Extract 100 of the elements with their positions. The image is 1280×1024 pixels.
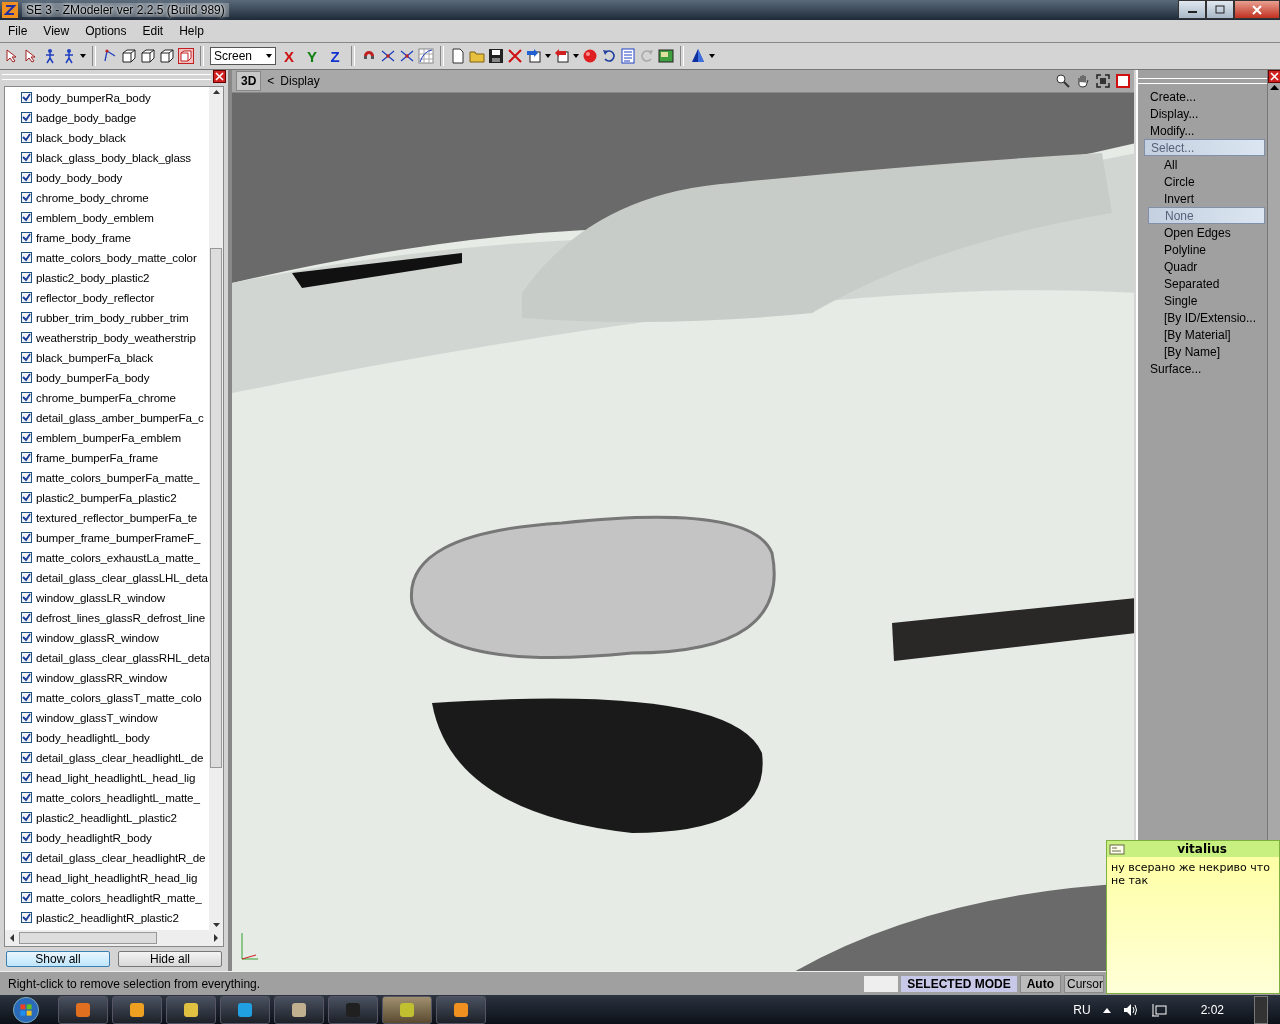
checkbox[interactable]	[21, 812, 32, 824]
axis-toggle[interactable]: X	[279, 47, 299, 65]
command-group[interactable]: Modify...	[1144, 122, 1265, 139]
checkbox[interactable]	[21, 452, 32, 464]
scroll-left-icon[interactable]	[9, 934, 15, 942]
command-item[interactable]: Open Edges	[1148, 224, 1265, 241]
close-button[interactable]	[1234, 0, 1280, 19]
scroll-down-icon[interactable]	[212, 920, 220, 930]
zoom-icon[interactable]	[1056, 74, 1070, 88]
checkbox[interactable]	[21, 712, 32, 724]
taskbar-app-button[interactable]	[436, 995, 486, 1024]
command-item[interactable]: Separated	[1148, 275, 1265, 292]
panel-button[interactable]: Hide all	[118, 951, 222, 967]
taskbar-app-button[interactable]	[382, 995, 432, 1024]
volume-icon[interactable]	[1122, 1002, 1139, 1017]
axis-toggle[interactable]: Z	[325, 47, 345, 65]
checkbox[interactable]	[21, 772, 32, 784]
language-indicator[interactable]: RU	[1073, 1002, 1091, 1017]
checkbox[interactable]	[21, 372, 32, 384]
document-icon[interactable]	[620, 48, 636, 64]
panel-button[interactable]: Show all	[6, 951, 110, 967]
tray-expand-icon[interactable]	[1102, 1006, 1111, 1013]
cube-icon[interactable]	[140, 48, 156, 64]
axes-icon[interactable]	[380, 48, 396, 64]
close-icon[interactable]	[1267, 70, 1280, 83]
checkbox[interactable]	[21, 592, 32, 604]
import-icon[interactable]	[554, 48, 570, 64]
checkbox[interactable]	[21, 472, 32, 484]
checkbox[interactable]	[21, 672, 32, 684]
checkbox[interactable]	[21, 152, 32, 164]
menu-item[interactable]: Edit	[134, 24, 172, 38]
command-item[interactable]: [By Material]	[1148, 326, 1265, 343]
checkbox[interactable]	[21, 732, 32, 744]
checkbox[interactable]	[21, 172, 32, 184]
command-item[interactable]: None	[1148, 207, 1265, 224]
menu-item[interactable]: View	[35, 24, 78, 38]
checkbox[interactable]	[21, 552, 32, 564]
command-item[interactable]: [By Name]	[1148, 343, 1265, 360]
back-arrow[interactable]: <	[267, 74, 275, 88]
cube-icon[interactable]	[178, 48, 194, 64]
menu-item[interactable]: Help	[171, 24, 212, 38]
cube-icon[interactable]	[121, 48, 137, 64]
save-icon[interactable]	[488, 48, 504, 64]
checkbox[interactable]	[21, 332, 32, 344]
checkbox[interactable]	[21, 92, 32, 104]
command-item[interactable]: Single	[1148, 292, 1265, 309]
checkbox[interactable]	[21, 292, 32, 304]
minimize-button[interactable]	[1178, 0, 1206, 19]
checkbox[interactable]	[21, 392, 32, 404]
checkbox[interactable]	[21, 312, 32, 324]
checkbox[interactable]	[21, 912, 32, 924]
scrollbar[interactable]	[209, 86, 223, 930]
command-item[interactable]: Circle	[1148, 173, 1265, 190]
checkbox[interactable]	[21, 112, 32, 124]
checkbox[interactable]	[21, 512, 32, 524]
menu-item[interactable]: File	[0, 24, 36, 38]
start-button[interactable]	[12, 995, 40, 1024]
horizontal-scrollbar[interactable]	[5, 930, 223, 946]
command-group[interactable]: Surface...	[1144, 360, 1265, 377]
fit-view-icon[interactable]	[1096, 74, 1110, 88]
network-icon[interactable]	[1150, 1002, 1167, 1017]
command-item[interactable]: Polyline	[1148, 241, 1265, 258]
undo-icon[interactable]	[601, 48, 617, 64]
hand-icon[interactable]	[1076, 74, 1090, 88]
maximize-button[interactable]	[1206, 0, 1234, 19]
view-mode-button[interactable]: 3D	[236, 71, 262, 91]
dropdown-arrow-icon[interactable]	[709, 54, 715, 58]
menu-item[interactable]: Options	[77, 24, 135, 38]
checkbox[interactable]	[21, 272, 32, 284]
checkbox[interactable]	[21, 872, 32, 884]
taskbar-app-button[interactable]	[58, 995, 108, 1024]
checkbox[interactable]	[21, 232, 32, 244]
checkbox[interactable]	[21, 652, 32, 664]
new-file-icon[interactable]	[450, 48, 466, 64]
checkbox[interactable]	[21, 632, 32, 644]
checkbox[interactable]	[21, 432, 32, 444]
checkbox[interactable]	[21, 192, 32, 204]
scroll-right-icon[interactable]	[213, 934, 219, 942]
taskbar-app-button[interactable]	[274, 995, 324, 1024]
checkbox[interactable]	[21, 612, 32, 624]
picture-icon[interactable]	[658, 48, 674, 64]
taskbar-app-button[interactable]	[220, 995, 270, 1024]
command-item[interactable]: Invert	[1148, 190, 1265, 207]
checkbox[interactable]	[21, 692, 32, 704]
command-group[interactable]: Display...	[1144, 105, 1265, 122]
export-icon[interactable]	[526, 48, 542, 64]
checkbox[interactable]	[21, 532, 32, 544]
checkbox[interactable]	[21, 792, 32, 804]
command-item[interactable]: [By ID/Extensio...	[1148, 309, 1265, 326]
coordinate-space-dropdown[interactable]: Screen	[210, 47, 276, 65]
show-desktop-button[interactable]	[1254, 995, 1268, 1024]
checkbox[interactable]	[21, 212, 32, 224]
cube-icon[interactable]	[159, 48, 175, 64]
checkbox[interactable]	[21, 832, 32, 844]
command-group[interactable]: Create...	[1144, 88, 1265, 105]
vertex-icon[interactable]	[102, 48, 118, 64]
checkbox[interactable]	[21, 892, 32, 904]
checkbox[interactable]	[21, 752, 32, 764]
taskbar-app-button[interactable]	[112, 995, 162, 1024]
dropdown-arrow-icon[interactable]	[573, 54, 579, 58]
